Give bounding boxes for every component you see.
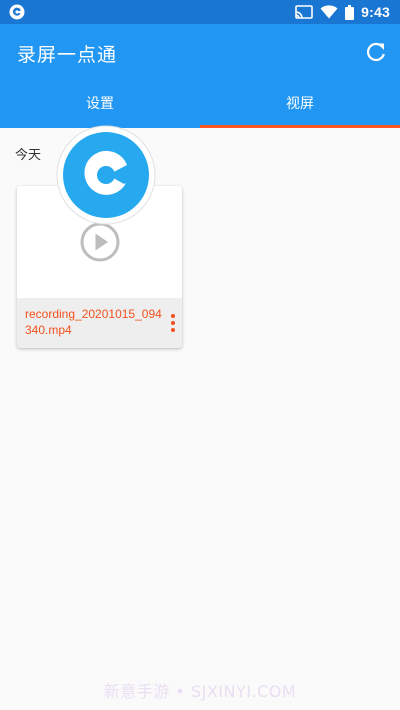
floating-record-button[interactable]	[56, 125, 156, 225]
status-bar: 9:43	[0, 0, 400, 24]
app-bar: 录屏一点通	[0, 24, 400, 80]
app-title: 录屏一点通	[17, 44, 118, 66]
tab-settings[interactable]: 设置	[0, 80, 200, 128]
recording-card-footer: recording_20201015_094340.mp4	[17, 298, 182, 348]
cast-icon	[295, 5, 313, 19]
clock: 9:43	[361, 4, 390, 20]
app-notification-icon	[9, 4, 25, 20]
section-label-today: 今天	[15, 148, 42, 163]
wifi-icon	[320, 5, 338, 19]
battery-icon	[345, 4, 355, 20]
refresh-icon[interactable]	[364, 40, 388, 64]
play-icon[interactable]	[80, 222, 120, 262]
tab-videos[interactable]: 视屏	[200, 80, 400, 128]
watermark: 新意手游 • SJXINYI.COM	[103, 682, 297, 701]
tab-bar: 设置 视屏	[0, 80, 400, 128]
more-options-icon[interactable]	[166, 312, 180, 334]
recording-file-name: recording_20201015_094340.mp4	[25, 307, 162, 337]
